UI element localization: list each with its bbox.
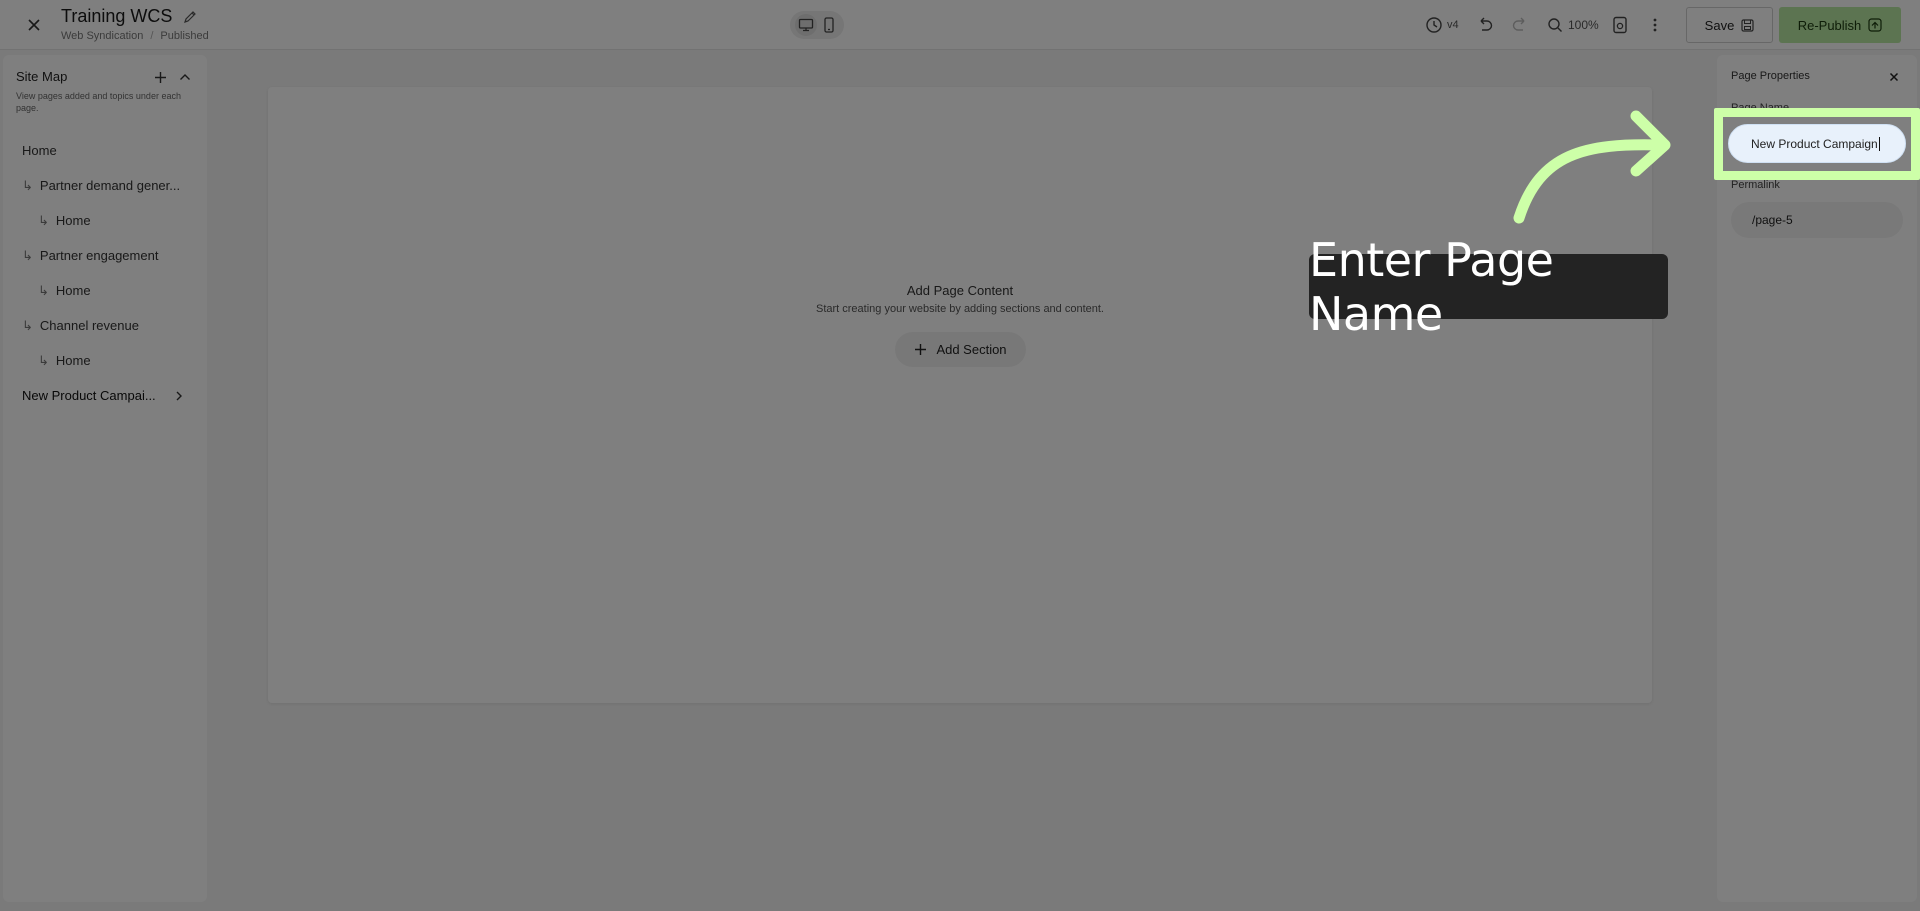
tutorial-tooltip: Enter Page Name	[1309, 233, 1668, 341]
chevron-up-icon[interactable]	[176, 68, 194, 86]
more-options-icon[interactable]	[1652, 0, 1658, 50]
permalink-input[interactable]	[1731, 202, 1903, 238]
page-properties-panel: Page Properties Page Name Permalink	[1717, 55, 1917, 902]
plus-icon	[915, 344, 927, 355]
breadcrumb-item: Published	[160, 30, 209, 42]
breadcrumb-separator: /	[150, 30, 154, 42]
desktop-icon[interactable]	[794, 14, 817, 36]
sitemap-item-partner-engagement[interactable]: ↳ Partner engagement	[3, 238, 207, 273]
properties-title: Page Properties	[1731, 70, 1810, 82]
device-toggle	[790, 11, 844, 39]
republish-button[interactable]: Re-Publish	[1779, 7, 1901, 43]
floppy-icon	[1741, 18, 1754, 32]
top-bar: Training WCS Web Syndication / Published…	[0, 0, 1920, 50]
sitemap-item-label: New Product Campai...	[22, 388, 156, 403]
sitemap-item-label: Home	[55, 353, 91, 368]
close-icon[interactable]	[22, 13, 46, 37]
preview-icon[interactable]	[1612, 0, 1628, 50]
sub-arrow-icon: ↳	[22, 177, 33, 193]
redo-icon[interactable]	[1511, 0, 1529, 50]
zoom-level: 100%	[1568, 18, 1599, 32]
sitemap-item-label: Home	[55, 283, 91, 298]
sub-arrow-icon: ↳	[22, 317, 33, 333]
breadcrumb-item[interactable]: Web Syndication	[61, 30, 143, 42]
app-window: Training WCS Web Syndication / Published…	[0, 0, 1920, 911]
site-title: Training WCS	[61, 6, 173, 26]
pencil-icon[interactable]	[182, 9, 198, 25]
mobile-icon[interactable]	[818, 14, 840, 36]
save-label: Save	[1704, 17, 1735, 33]
page-name-input-highlighted[interactable]: New Product Campaign	[1728, 124, 1906, 163]
sitemap-tree: Home ↳ Partner demand gener... ↳ Home ↳ …	[3, 133, 207, 413]
sitemap-item-label: Partner demand gener...	[39, 178, 181, 193]
sitemap-item-label: Home	[55, 213, 91, 228]
page-name-label: Page Name	[1731, 102, 1790, 114]
add-section-button[interactable]: Add Section	[895, 332, 1026, 367]
undo-icon[interactable]	[1476, 0, 1494, 50]
publish-icon	[1868, 18, 1882, 32]
site-title-group: Training WCS Web Syndication / Published	[61, 6, 209, 42]
sitemap-panel: Site Map View pages added and topics und…	[3, 55, 207, 902]
save-button[interactable]: Save	[1686, 7, 1773, 43]
chevron-right-icon[interactable]	[172, 389, 186, 403]
sub-arrow-icon: ↳	[38, 352, 49, 368]
sitemap-item-label: Partner engagement	[39, 248, 159, 263]
add-section-label: Add Section	[936, 342, 1007, 357]
tooltip-text: Enter Page Name	[1309, 232, 1554, 341]
add-page-icon[interactable]	[151, 68, 169, 86]
close-icon[interactable]	[1886, 69, 1902, 85]
sitemap-item-home[interactable]: ↳ Home	[3, 273, 207, 308]
sub-arrow-icon: ↳	[38, 282, 49, 298]
republish-label: Re-Publish	[1797, 17, 1862, 33]
zoom-control[interactable]: 100%	[1547, 0, 1599, 50]
sitemap-description: View pages added and topics under each p…	[16, 91, 181, 113]
sitemap-item-home[interactable]: Home	[3, 133, 207, 168]
sitemap-item-label: Channel revenue	[39, 318, 139, 333]
sitemap-item-new-product-campaign[interactable]: New Product Campai...	[3, 378, 207, 413]
sitemap-item-partner-demand[interactable]: ↳ Partner demand gener...	[3, 168, 207, 203]
permalink-label: Permalink	[1731, 179, 1780, 191]
page-name-value: New Product Campaign	[1751, 136, 1878, 151]
sitemap-item-home[interactable]: ↳ Home	[3, 203, 207, 238]
text-caret	[1878, 136, 1880, 151]
page-canvas: Add Page Content Start creating your web…	[268, 87, 1652, 703]
version-history[interactable]: v4	[1425, 0, 1459, 50]
breadcrumb: Web Syndication / Published	[61, 30, 209, 42]
sitemap-item-home[interactable]: ↳ Home	[3, 343, 207, 378]
sitemap-item-channel-revenue[interactable]: ↳ Channel revenue	[3, 308, 207, 343]
sitemap-item-label: Home	[22, 143, 57, 158]
sub-arrow-icon: ↳	[38, 212, 49, 228]
sub-arrow-icon: ↳	[22, 247, 33, 263]
version-label: v4	[1447, 19, 1459, 31]
